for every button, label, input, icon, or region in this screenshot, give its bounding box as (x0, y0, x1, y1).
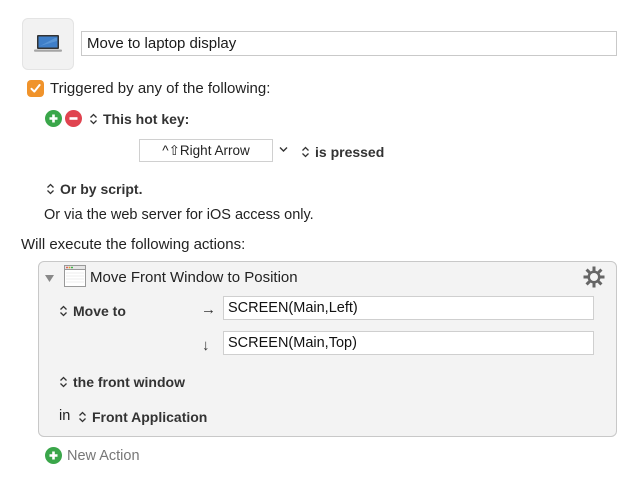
updown-chevron-icon (60, 376, 67, 388)
hotkey-options-dropdown[interactable] (278, 143, 289, 159)
down-arrow-icon: ↓ (202, 337, 210, 354)
triangle-down-icon (45, 275, 54, 282)
actions-heading: Will execute the following actions: (21, 236, 246, 253)
script-trigger-label: Or by script. (60, 181, 143, 197)
macro-icon-well[interactable] (22, 18, 74, 70)
hotkey-section-label: This hot key: (103, 111, 190, 127)
plus-icon (45, 447, 62, 464)
disclosure-triangle[interactable] (44, 271, 55, 287)
new-action-button[interactable]: New Action (45, 447, 140, 464)
chevron-down-icon (279, 147, 288, 152)
hotkey-field[interactable]: ^⇧Right Arrow (139, 139, 273, 162)
hotkey-condition-label: is pressed (315, 144, 385, 160)
minus-icon (69, 117, 78, 120)
action-title: Move Front Window to Position (90, 269, 298, 286)
trigger-enabled-checkbox[interactable] (27, 80, 44, 97)
add-trigger-button[interactable] (45, 110, 62, 127)
window-icon (64, 265, 86, 291)
move-mode-popup[interactable]: Move to (59, 303, 126, 319)
remove-trigger-button[interactable] (65, 110, 82, 127)
application-label: Front Application (92, 409, 208, 425)
gear-icon (583, 266, 605, 288)
plus-icon (49, 114, 58, 123)
new-action-label: New Action (67, 447, 140, 464)
x-position-field[interactable]: SCREEN(Main,Left) (223, 296, 594, 320)
hotkey-condition-popup[interactable]: is pressed (301, 144, 384, 160)
window-target-popup[interactable]: the front window (59, 374, 185, 390)
updown-chevron-icon (60, 305, 67, 317)
add-script-trigger-popup[interactable]: Or by script. (46, 181, 142, 197)
macro-name-field[interactable]: Move to laptop display (81, 31, 617, 56)
hotkey-trigger-type-popup[interactable]: This hot key: (89, 111, 189, 127)
right-arrow-icon: → (201, 301, 216, 318)
action-move-front-window[interactable]: Move Front Window to Position Move to → … (38, 261, 617, 437)
application-popup[interactable]: Front Application (78, 409, 207, 425)
in-label: in (59, 408, 71, 424)
updown-chevron-icon (47, 183, 54, 195)
window-target-label: the front window (73, 374, 185, 390)
laptop-icon (34, 35, 62, 52)
checkmark-icon (30, 84, 41, 93)
y-position-field[interactable]: SCREEN(Main,Top) (223, 331, 594, 355)
move-mode-label: Move to (73, 303, 126, 319)
action-gear-menu[interactable] (583, 266, 605, 292)
trigger-heading: Triggered by any of the following: (50, 80, 271, 97)
updown-chevron-icon (79, 411, 86, 423)
updown-chevron-icon (302, 146, 309, 158)
updown-chevron-icon (90, 113, 97, 125)
web-server-note: Or via the web server for iOS access onl… (44, 207, 314, 223)
